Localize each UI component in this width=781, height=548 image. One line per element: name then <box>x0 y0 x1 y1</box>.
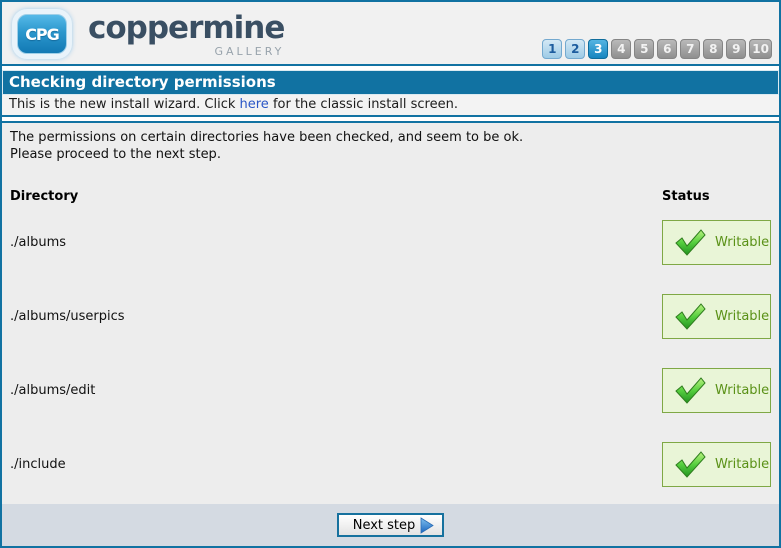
info-text-before: This is the new install wizard. Click <box>9 97 240 112</box>
page-title: Checking directory permissions <box>2 70 779 95</box>
status-badge-label: Writable <box>715 457 769 472</box>
status-message: The permissions on certain directories h… <box>10 130 771 164</box>
step-9: 9 <box>726 39 746 59</box>
step-3-current: 3 <box>588 39 608 59</box>
table-row: ./albums/userpics Writable <box>10 294 771 339</box>
directory-path: ./include <box>10 457 662 472</box>
status-badge: Writable <box>662 368 771 413</box>
table-row: ./albums/edit Writable <box>10 368 771 413</box>
next-step-button[interactable]: Next step <box>337 513 445 537</box>
step-8: 8 <box>703 39 723 59</box>
status-message-line2: Please proceed to the next step. <box>10 147 771 164</box>
step-1: 1 <box>542 39 562 59</box>
status-message-line1: The permissions on certain directories h… <box>10 130 771 147</box>
next-step-label: Next step <box>353 518 416 533</box>
step-6: 6 <box>657 39 677 59</box>
status-badge: Writable <box>662 294 771 339</box>
status-badge: Writable <box>662 220 771 265</box>
coppermine-logo: CPG <box>12 9 72 59</box>
table-row: ./include Writable <box>10 442 771 487</box>
step-5: 5 <box>634 39 654 59</box>
checkmark-icon <box>674 302 706 330</box>
column-header-directory: Directory <box>10 189 662 204</box>
brand-subtitle: GALLERY <box>88 45 284 58</box>
status-badge-label: Writable <box>715 309 769 324</box>
classic-install-link[interactable]: here <box>240 97 269 112</box>
header: CPG coppermine GALLERY 1 2 3 4 5 6 7 8 9… <box>2 2 779 66</box>
checkmark-icon <box>674 376 706 404</box>
step-4: 4 <box>611 39 631 59</box>
table-row: ./albums Writable <box>10 220 771 265</box>
table-header: Directory Status <box>10 189 771 204</box>
info-text-after: for the classic install screen. <box>269 97 458 112</box>
step-7: 7 <box>680 39 700 59</box>
status-badge-label: Writable <box>715 235 769 250</box>
main-content: The permissions on certain directories h… <box>2 121 779 504</box>
directory-path: ./albums <box>10 235 662 250</box>
install-wizard-page: CPG coppermine GALLERY 1 2 3 4 5 6 7 8 9… <box>0 0 781 548</box>
directory-path: ./albums/edit <box>10 383 662 398</box>
wizard-info-bar: This is the new install wizard. Click he… <box>2 95 779 117</box>
status-badge-label: Writable <box>715 383 769 398</box>
directory-path: ./albums/userpics <box>10 309 662 324</box>
checkmark-icon <box>674 228 706 256</box>
column-header-status: Status <box>662 189 771 204</box>
checkmark-icon <box>674 450 706 478</box>
wizard-step-indicator: 1 2 3 4 5 6 7 8 9 10 <box>542 39 772 59</box>
step-2: 2 <box>565 39 585 59</box>
next-arrow-icon <box>420 517 434 534</box>
step-10: 10 <box>749 39 772 59</box>
status-badge: Writable <box>662 442 771 487</box>
brand-wordmark: coppermine GALLERY <box>88 13 284 58</box>
brand-name: coppermine <box>88 13 284 44</box>
footer-bar: Next step <box>2 504 779 546</box>
cpg-logo-icon: CPG <box>17 14 67 54</box>
